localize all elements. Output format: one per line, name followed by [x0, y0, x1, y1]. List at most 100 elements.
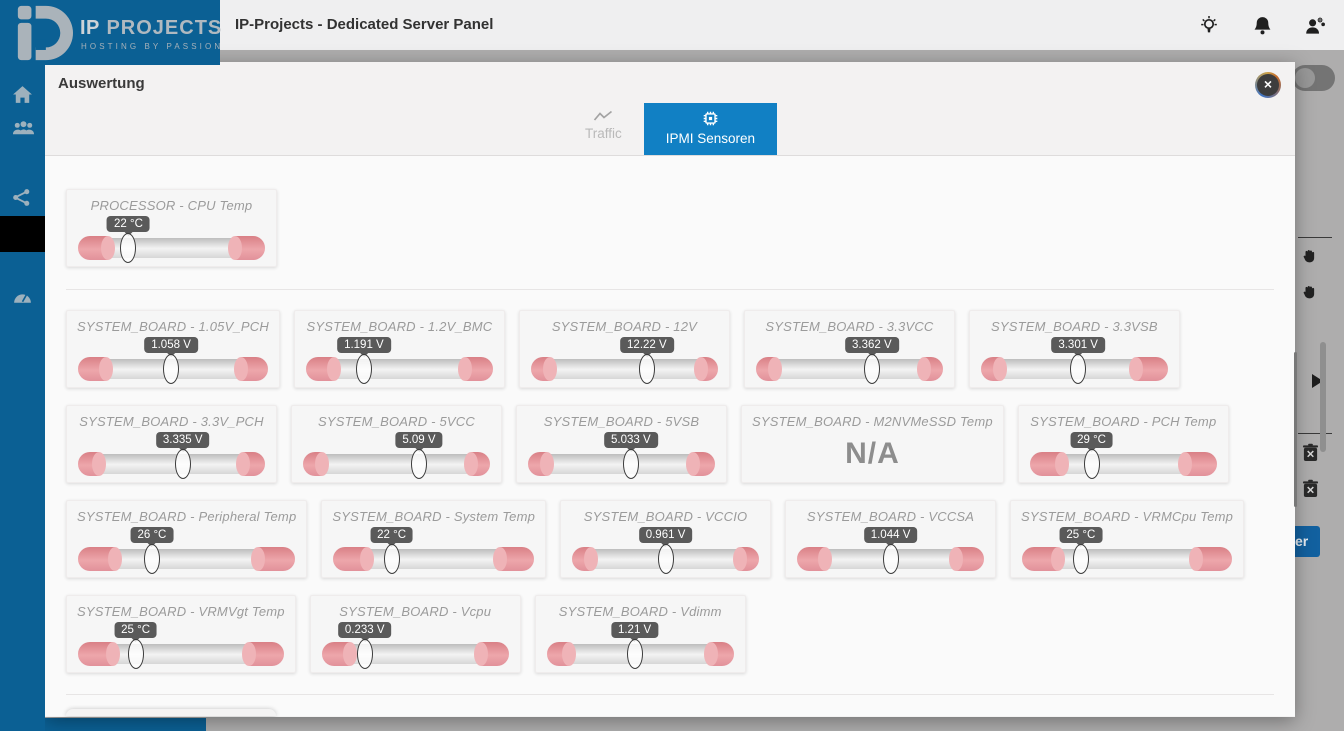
gauge-thumb[interactable]: [864, 354, 880, 384]
sensor-value-tooltip: 3.362 V: [845, 337, 899, 353]
trash-icon[interactable]: [1302, 443, 1319, 467]
tab-traffic[interactable]: Traffic: [563, 103, 644, 155]
sensor-label: PROCESSOR - CPU Temp: [77, 198, 266, 213]
brand-name: IP PROJECTS: [80, 17, 222, 40]
sensor-label: SYSTEM_BOARD - VCCSA: [796, 509, 985, 524]
sensor-card: SYSTEM_BOARD - M2NVMeSSD Temp N/A: [741, 405, 1004, 483]
gauge-bar: [306, 359, 493, 379]
notifications-icon[interactable]: [1251, 14, 1273, 36]
sensor-value-tooltip: 5.09 V: [395, 432, 442, 448]
share-icon[interactable]: [12, 188, 34, 210]
sensor-card: SYSTEM_BOARD - Vcpu 0.233 V: [310, 595, 521, 673]
processor-section: PROCESSOR - CPU Temp 22 °C: [66, 189, 1274, 290]
sensor-value-tooltip: 29 °C: [1070, 432, 1113, 448]
gauge-low-range: [333, 547, 367, 571]
gauge-high-range: [481, 642, 509, 666]
hand-icon[interactable]: [1301, 247, 1319, 271]
sensor-value-tooltip: 0.961 V: [639, 527, 693, 543]
gauge-thumb[interactable]: [658, 544, 674, 574]
gauge-low-range: [78, 452, 99, 476]
modal-scrollbar-thumb[interactable]: [1294, 352, 1297, 507]
gauge-thumb[interactable]: [175, 449, 191, 479]
gauge-thumb[interactable]: [639, 354, 655, 384]
sensor-gauge: 1.191 V: [306, 336, 493, 382]
sensor-value-tooltip: 1.21 V: [611, 622, 658, 638]
gauge-thumb[interactable]: [883, 544, 899, 574]
users-icon[interactable]: [12, 120, 34, 142]
sensor-gauge: 1.044 V: [797, 526, 984, 572]
system-board-section: SYSTEM_BOARD - 1.05V_PCH 1.058 V SYSTEM_…: [66, 290, 1274, 695]
gauge-bar: [1022, 549, 1232, 569]
toggle-knob: [1295, 68, 1315, 88]
gauge-thumb[interactable]: [1073, 544, 1089, 574]
sensor-card: SYSTEM_BOARD - Vdimm 1.21 V: [535, 595, 746, 673]
user-settings-icon[interactable]: [1304, 14, 1326, 36]
gauge-thumb[interactable]: [163, 354, 179, 384]
page-scrollbar-thumb[interactable]: [1320, 342, 1326, 452]
gauge-icon[interactable]: [12, 289, 34, 311]
sensor-label: SYSTEM_BOARD - VRMCpu Temp: [1021, 509, 1233, 524]
gauge-high-range: [243, 452, 265, 476]
trash-icon[interactable]: [1302, 479, 1319, 503]
gauge-high-range: [956, 547, 984, 571]
gauge-thumb[interactable]: [357, 639, 373, 669]
gauge-thumb[interactable]: [128, 639, 144, 669]
gauge-low-range: [981, 357, 1000, 381]
sensor-gauge: 0.233 V: [322, 621, 509, 667]
gauge-high-range: [241, 357, 268, 381]
sensor-label: SYSTEM_BOARD - System Temp: [332, 509, 535, 524]
gauge-thumb[interactable]: [627, 639, 643, 669]
sensor-gauge: 22 °C: [333, 526, 534, 572]
sensor-gauge: 29 °C: [1030, 431, 1217, 477]
gauge-bar: [78, 454, 265, 474]
gauge-thumb[interactable]: [623, 449, 639, 479]
sensor-card: PROCESSOR - CPU Temp 22 °C: [66, 189, 277, 267]
modal-title: Auswertung: [58, 75, 145, 92]
close-button[interactable]: ×: [1255, 72, 1281, 98]
sensor-card: SYSTEM_BOARD - PCH Temp 29 °C: [1018, 405, 1229, 483]
gauge-high-range: [924, 357, 943, 381]
gauge-low-range: [756, 357, 775, 381]
sensor-card: SYSTEM_BOARD - 3.3VSB 3.301 V: [969, 310, 1180, 388]
gauge-low-range: [78, 236, 108, 260]
sensor-card: SYSTEM_BOARD - 12V 12.22 V: [519, 310, 730, 388]
sensor-gauge: 0.961 V: [572, 526, 759, 572]
sensor-label: SYSTEM_BOARD - 3.3VCC: [755, 319, 944, 334]
sensor-panel: PROCESSOR - CPU Temp 22 °C SYSTEM_BOARD …: [45, 156, 1295, 716]
home-icon[interactable]: [12, 85, 34, 107]
sensor-value-tooltip: 3.335 V: [156, 432, 210, 448]
gauge-high-range: [249, 642, 284, 666]
sensor-card: SYSTEM_BOARD - VRMVgt Temp 25 °C: [66, 595, 296, 673]
sensor-card: SYSTEM_BOARD - Peripheral Temp 26 °C: [66, 500, 307, 578]
gauge-thumb[interactable]: [144, 544, 160, 574]
sensor-label: SYSTEM_BOARD - M2NVMeSSD Temp: [752, 414, 993, 429]
tab-label: IPMI Sensoren: [666, 131, 755, 146]
sensor-value-tooltip: 25 °C: [114, 622, 157, 638]
background-toggle-switch[interactable]: [1292, 65, 1335, 91]
gauge-bar: [333, 549, 534, 569]
gauge-low-range: [531, 357, 550, 381]
sensor-gauge: 25 °C: [78, 621, 284, 667]
gauge-low-range: [78, 642, 113, 666]
idea-icon[interactable]: [1198, 14, 1220, 36]
sensor-gauge: 22 °C: [78, 215, 265, 261]
tab-ipmi-sensoren[interactable]: IPMI Sensoren: [644, 103, 777, 155]
sensor-gauge: 3.335 V: [78, 431, 265, 477]
gauge-thumb[interactable]: [120, 233, 136, 263]
gauge-thumb[interactable]: [411, 449, 427, 479]
gauge-thumb[interactable]: [1084, 449, 1100, 479]
hand-icon[interactable]: [1301, 283, 1319, 307]
sensor-card: SYSTEM_BOARD - System Temp 22 °C: [321, 500, 546, 578]
sensor-label: SYSTEM_BOARD - VCCIO: [571, 509, 760, 524]
gauge-low-range: [797, 547, 825, 571]
sensor-gauge: 12.22 V: [531, 336, 718, 382]
brand-logo[interactable]: IP PROJECTS HOSTING BY PASSION: [0, 0, 220, 65]
gauge-high-range: [1196, 547, 1232, 571]
sensor-gauge: 1.21 V: [547, 621, 734, 667]
gauge-bar: [303, 454, 490, 474]
sensor-gauge: 5.09 V: [303, 431, 490, 477]
gauge-thumb[interactable]: [384, 544, 400, 574]
gauge-thumb[interactable]: [356, 354, 372, 384]
sensor-card: SYSTEM_BOARD - VRMCpu Temp 25 °C: [1010, 500, 1244, 578]
gauge-thumb[interactable]: [1070, 354, 1086, 384]
